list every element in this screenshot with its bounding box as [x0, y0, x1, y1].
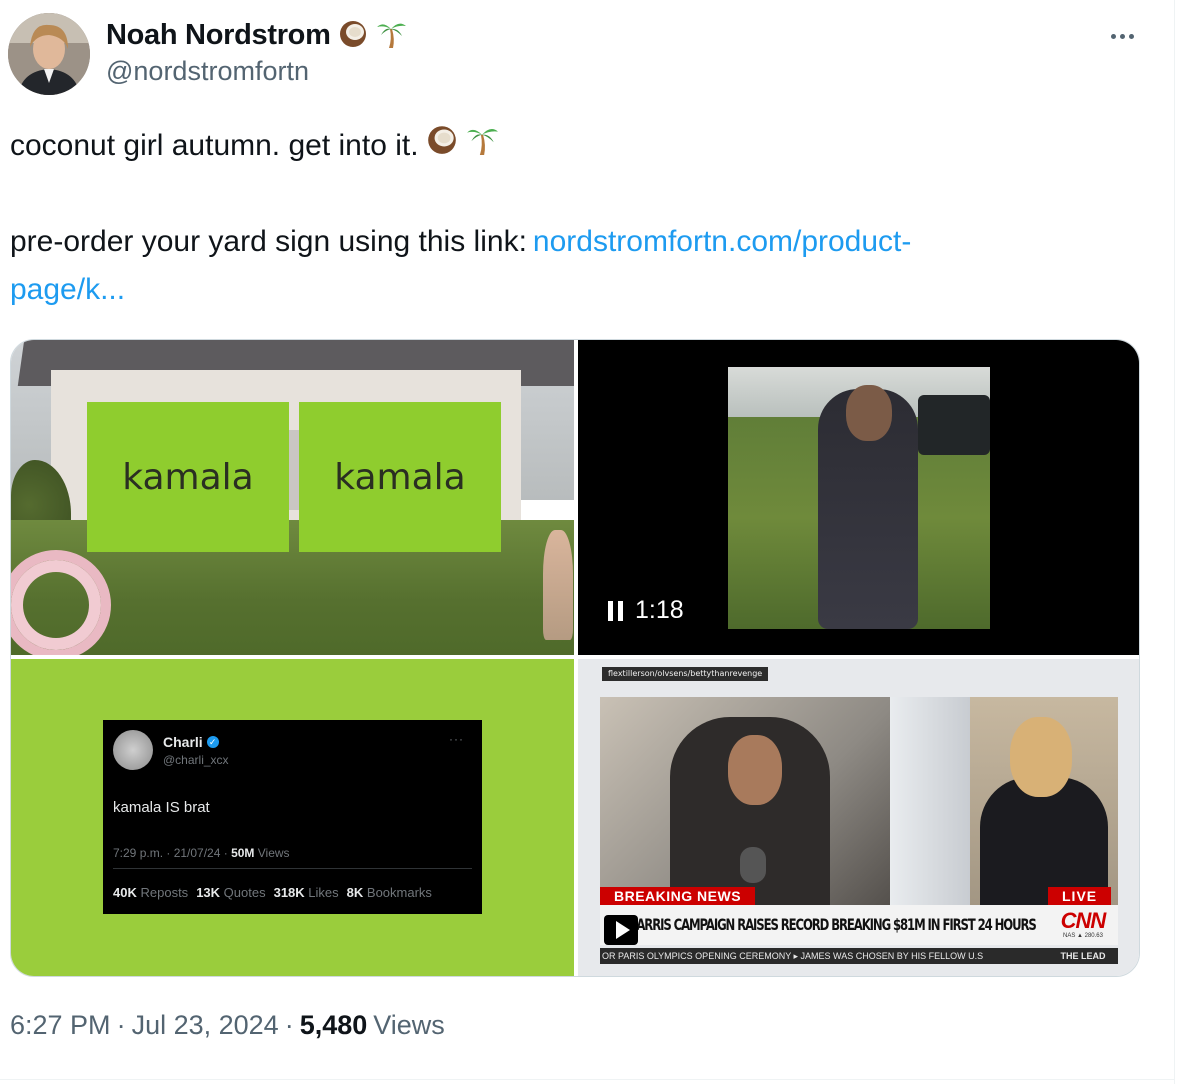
quotes-label: Quotes: [223, 885, 266, 900]
breaking-news-label: BREAKING NEWS: [600, 887, 756, 905]
embedded-views-count: 50M: [231, 846, 255, 860]
embedded-avatar: [113, 730, 153, 770]
news-headline: HARRIS CAMPAIGN RAISES RECORD BREAKING $…: [600, 905, 1049, 945]
play-icon[interactable]: [604, 915, 638, 945]
tweet-text-line1: coconut girl autumn. get into it.: [10, 129, 419, 162]
reposts-label: Reposts: [140, 885, 189, 900]
tweet-text-line2: pre-order your yard sign using this link…: [10, 225, 527, 258]
embedded-tweet-card: Charli ✓ @charli_xcx ··· kamala IS brat …: [103, 720, 482, 914]
reposts-count: 40K: [113, 885, 137, 900]
tweet-text: coconut girl autumn. get into it. pre-or…: [10, 122, 1130, 314]
footer-separator: ·: [116, 1010, 126, 1040]
video-timer: 1:18: [608, 596, 684, 625]
quotes-count: 13K: [196, 885, 221, 900]
coconut-icon: [425, 122, 459, 171]
tweet-footer: 6:27 PM · Jul 23, 2024 · 5,480 Views: [10, 1010, 445, 1041]
avatar-photo: [8, 13, 90, 95]
author-handle[interactable]: @nordstromfortn: [106, 56, 309, 87]
more-dot-icon: [1110, 33, 1116, 39]
media-grid: kamala kamala 1:18 Charli ✓ @charli_xcx …: [10, 339, 1140, 977]
video-frame: [728, 367, 990, 629]
media-image-charli-tweet[interactable]: Charli ✓ @charli_xcx ··· kamala IS brat …: [11, 659, 574, 976]
media-image-yard-signs[interactable]: kamala kamala: [11, 340, 574, 655]
pause-icon[interactable]: [608, 600, 623, 621]
embedded-divider: [113, 868, 472, 869]
yard-sign-left: kamala: [87, 402, 289, 552]
more-dot-icon: [1119, 33, 1125, 39]
cnn-logo: CNN: [1060, 908, 1107, 933]
views-label: Views: [373, 1010, 445, 1040]
embedded-name: Charli: [163, 734, 203, 750]
bookmarks-label: Bookmarks: [366, 885, 432, 900]
news-divider-panel: [890, 697, 970, 907]
news-left-panel: [600, 697, 890, 907]
bottom-border: [0, 1079, 1174, 1080]
bookmarks-count: 8K: [346, 885, 364, 900]
tweet-line-2: pre-order your yard sign using this link…: [10, 218, 1130, 266]
author-name-row[interactable]: Noah Nordstrom: [106, 16, 407, 54]
embedded-more-icon: ···: [449, 732, 464, 746]
palm-tree-icon: [375, 17, 407, 54]
more-options-button[interactable]: [1104, 18, 1140, 54]
news-source-label: flextillerson/olvsens/bettythanrevenge: [602, 667, 769, 681]
avatar[interactable]: [8, 13, 90, 95]
market-ticker: NAS ▲ 280.63: [1063, 933, 1103, 939]
news-anchor-head: [1010, 717, 1072, 797]
yard-sign-right: kamala: [299, 402, 501, 552]
media-video[interactable]: 1:18: [578, 340, 1139, 655]
tweet-link[interactable]: nordstromfortn.com/product-: [533, 218, 911, 266]
tweet-line-1: coconut girl autumn. get into it.: [10, 122, 1130, 170]
garden-gnome: [543, 530, 573, 640]
video-person-head: [846, 385, 892, 441]
author-display-name[interactable]: Noah Nordstrom: [106, 19, 331, 52]
cnn-logo-box: CNN NAS ▲ 280.63: [1048, 905, 1118, 945]
embedded-meta: 7:29 p.m. · 21/07/24 · 50M Views: [113, 846, 290, 860]
news-ticker: OR PARIS OLYMPICS OPENING CEREMONY ▸ JAM…: [600, 948, 1048, 964]
likes-count: 318K: [273, 885, 305, 900]
verified-badge-icon: ✓: [206, 736, 219, 748]
footer-separator: ·: [284, 1010, 294, 1040]
video-car: [918, 395, 990, 455]
embedded-text: kamala IS brat: [113, 799, 210, 816]
embedded-stats: 40K Reposts 13K Quotes 318K Likes 8K Boo…: [113, 885, 432, 900]
palm-tree-icon: [465, 122, 499, 171]
likes-label: Likes: [308, 885, 339, 900]
video-duration: 1:18: [635, 596, 684, 624]
embedded-name-row: Charli ✓: [163, 734, 219, 750]
tweet-link-continued[interactable]: page/k...: [10, 266, 125, 314]
tweet-date[interactable]: Jul 23, 2024: [132, 1010, 279, 1041]
live-badge: LIVE: [1048, 887, 1112, 905]
microphone-icon: [740, 847, 766, 883]
show-name: THE LEAD: [1048, 948, 1118, 964]
coconut-icon: [337, 17, 369, 54]
embedded-time: 7:29 p.m. · 21/07/24 ·: [113, 846, 228, 860]
tweet-time[interactable]: 6:27 PM: [10, 1010, 111, 1041]
media-video-news[interactable]: flextillerson/olvsens/bettythanrevenge B…: [578, 659, 1139, 976]
embedded-handle: @charli_xcx: [163, 753, 229, 767]
tweet-line-3: page/k...: [10, 266, 1130, 314]
views-count: 5,480: [299, 1010, 368, 1040]
column-border: [1174, 0, 1175, 1084]
news-person-left-face: [728, 735, 782, 805]
news-right-panel: [970, 697, 1118, 907]
embedded-views-label: Views: [257, 846, 290, 860]
more-dot-icon: [1128, 33, 1134, 39]
